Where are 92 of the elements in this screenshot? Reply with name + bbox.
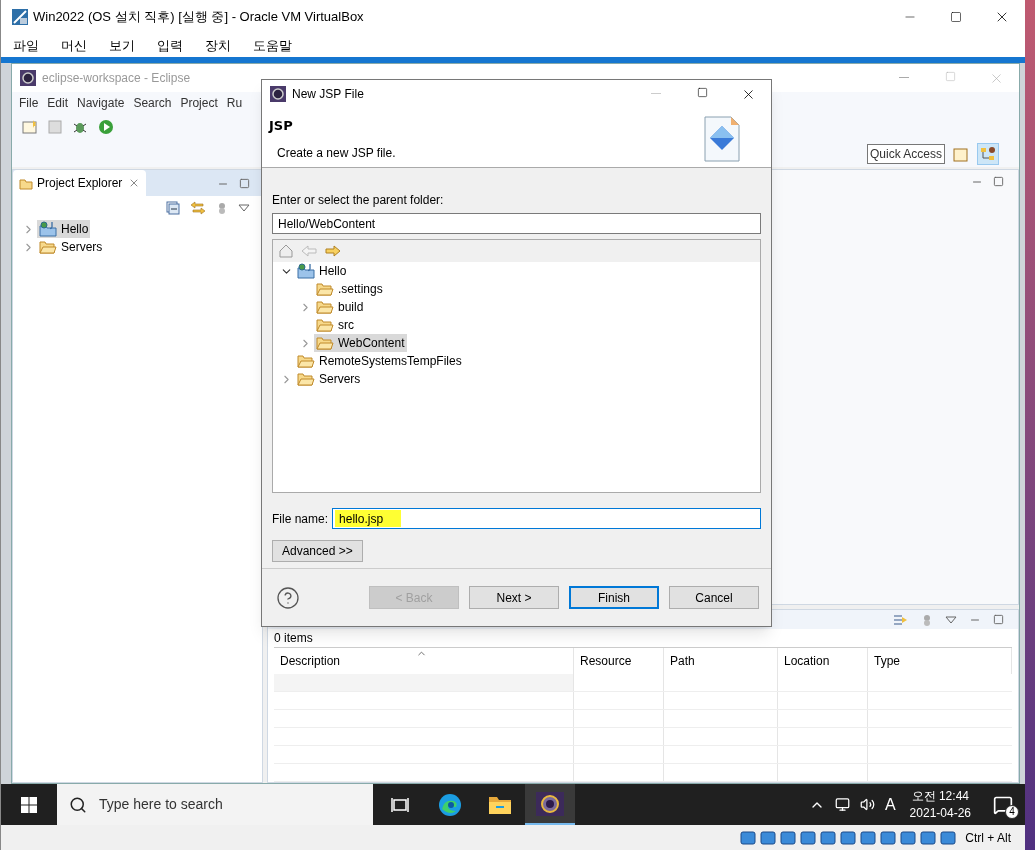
- tree-item[interactable]: .settings: [314, 280, 385, 298]
- folder-icon: [316, 300, 334, 314]
- menu-item[interactable]: 도움말: [253, 35, 292, 56]
- dialog-button[interactable]: Cancel: [669, 586, 759, 609]
- link-arrows-icon[interactable]: [190, 201, 206, 215]
- home-icon[interactable]: [279, 244, 293, 258]
- window-title: Win2022 (OS 설치 직후) [실행 중] - Oracle VM VirtualBox: [33, 8, 364, 27]
- forward-arrow-icon[interactable]: [325, 245, 341, 257]
- filter-icon[interactable]: [216, 202, 228, 214]
- window-title: eclipse-workspace - Eclipse: [42, 70, 191, 87]
- folder-icon: [316, 282, 334, 296]
- help-icon[interactable]: [276, 585, 300, 610]
- file-name-field[interactable]: hello.jsp: [332, 508, 761, 529]
- parent-folder-field[interactable]: Hello/WebContent: [272, 213, 761, 234]
- tree-item[interactable]: Hello: [295, 262, 349, 280]
- field-label: Enter or select the parent folder:: [272, 192, 445, 209]
- notifications-icon[interactable]: [993, 794, 1013, 815]
- menu-item[interactable]: Edit: [47, 94, 69, 112]
- clock[interactable]: 오전 12:44 2021-04-26: [905, 787, 975, 822]
- column-header[interactable]: Type: [868, 648, 1012, 674]
- field-label: File name:: [272, 510, 329, 528]
- new-file-icon[interactable]: [22, 120, 38, 134]
- search-icon: [69, 795, 87, 814]
- project-folder-icon: [297, 263, 315, 279]
- perspective-icon[interactable]: [953, 145, 969, 162]
- minimize-icon: [651, 93, 661, 94]
- maximize-icon: [944, 70, 956, 82]
- menu-item[interactable]: 머신: [61, 35, 87, 56]
- maximize-icon[interactable]: [993, 614, 1004, 625]
- column-header[interactable]: Resource: [574, 648, 664, 674]
- eclipse-app-icon: [20, 70, 36, 86]
- maximize-icon[interactable]: [239, 178, 250, 189]
- view-menu-icon[interactable]: [945, 615, 957, 624]
- java-ee-perspective-button[interactable]: [977, 142, 999, 165]
- folder-icon: [297, 372, 315, 386]
- tree-item[interactable]: Servers: [37, 238, 105, 256]
- maximize-icon: [696, 86, 708, 98]
- column-header[interactable]: Path: [664, 648, 778, 674]
- host-key-label: Ctrl + Alt: [965, 829, 1011, 847]
- folder-icon: [488, 794, 512, 815]
- browser-icon: [438, 792, 462, 817]
- eclipse-app-icon: [270, 86, 286, 102]
- tree-item[interactable]: RemoteSystemsTempFiles: [295, 352, 464, 370]
- virtualbox-app-icon: [11, 8, 29, 26]
- tree-item[interactable]: src: [314, 316, 356, 334]
- dialog-title: New JSP File: [292, 86, 364, 103]
- view-tab[interactable]: Project Explorer: [13, 170, 147, 196]
- tree-item[interactable]: build: [314, 298, 366, 316]
- run-icon[interactable]: [98, 119, 114, 135]
- menu-item[interactable]: Ru: [226, 94, 243, 112]
- page-heading: JSP: [269, 117, 294, 135]
- menu-item[interactable]: 보기: [109, 35, 135, 56]
- maximize-icon: [950, 11, 962, 23]
- menu-item[interactable]: 파일: [13, 35, 39, 56]
- maximize-icon[interactable]: [993, 176, 1004, 187]
- task-view-icon: [391, 796, 409, 813]
- menu-item[interactable]: File: [19, 94, 39, 112]
- speaker-icon[interactable]: [859, 797, 875, 812]
- taskbar-app-button[interactable]: [525, 784, 575, 825]
- page-description: Create a new JSP file.: [276, 144, 396, 162]
- focus-icon[interactable]: [893, 612, 909, 627]
- folder-icon: [297, 354, 315, 368]
- advanced-button[interactable]: Advanced >>: [272, 540, 363, 562]
- folder-icon: [39, 240, 57, 254]
- menu-item[interactable]: 장치: [205, 35, 231, 56]
- menu-item[interactable]: Search: [133, 94, 172, 112]
- tree-item[interactable]: Hello: [37, 220, 91, 238]
- view-menu-icon[interactable]: [238, 204, 250, 212]
- back-arrow-icon[interactable]: [301, 245, 317, 257]
- folder-icon: [316, 336, 334, 350]
- menu-item[interactable]: Project: [180, 94, 218, 112]
- quick-access-field[interactable]: Quick Access: [866, 143, 945, 164]
- network-icon[interactable]: [834, 797, 850, 812]
- minimize-icon: [899, 77, 909, 78]
- menu-item[interactable]: Navigate: [77, 94, 125, 112]
- tree-item[interactable]: Servers: [295, 370, 363, 388]
- item-count: 0 items: [273, 630, 314, 647]
- column-header[interactable]: Location: [778, 648, 868, 674]
- folder-icon: [316, 318, 334, 332]
- menu-item[interactable]: 입력: [157, 35, 183, 56]
- input-method-indicator[interactable]: A: [884, 792, 896, 817]
- filter-icon[interactable]: [921, 613, 933, 626]
- jsp-file-icon: [703, 116, 741, 162]
- taskbar-search-field[interactable]: Type here to search: [57, 784, 373, 825]
- collapse-all-icon[interactable]: [166, 201, 180, 215]
- project-folder-icon: [39, 221, 57, 237]
- dialog-button[interactable]: Next >: [469, 586, 559, 609]
- tree-item[interactable]: WebContent: [314, 334, 407, 352]
- notification-count-badge: 4: [1005, 804, 1019, 819]
- windows-logo-icon: [21, 796, 37, 813]
- dialog-button[interactable]: Finish: [569, 586, 659, 609]
- folder-icon: [19, 176, 33, 190]
